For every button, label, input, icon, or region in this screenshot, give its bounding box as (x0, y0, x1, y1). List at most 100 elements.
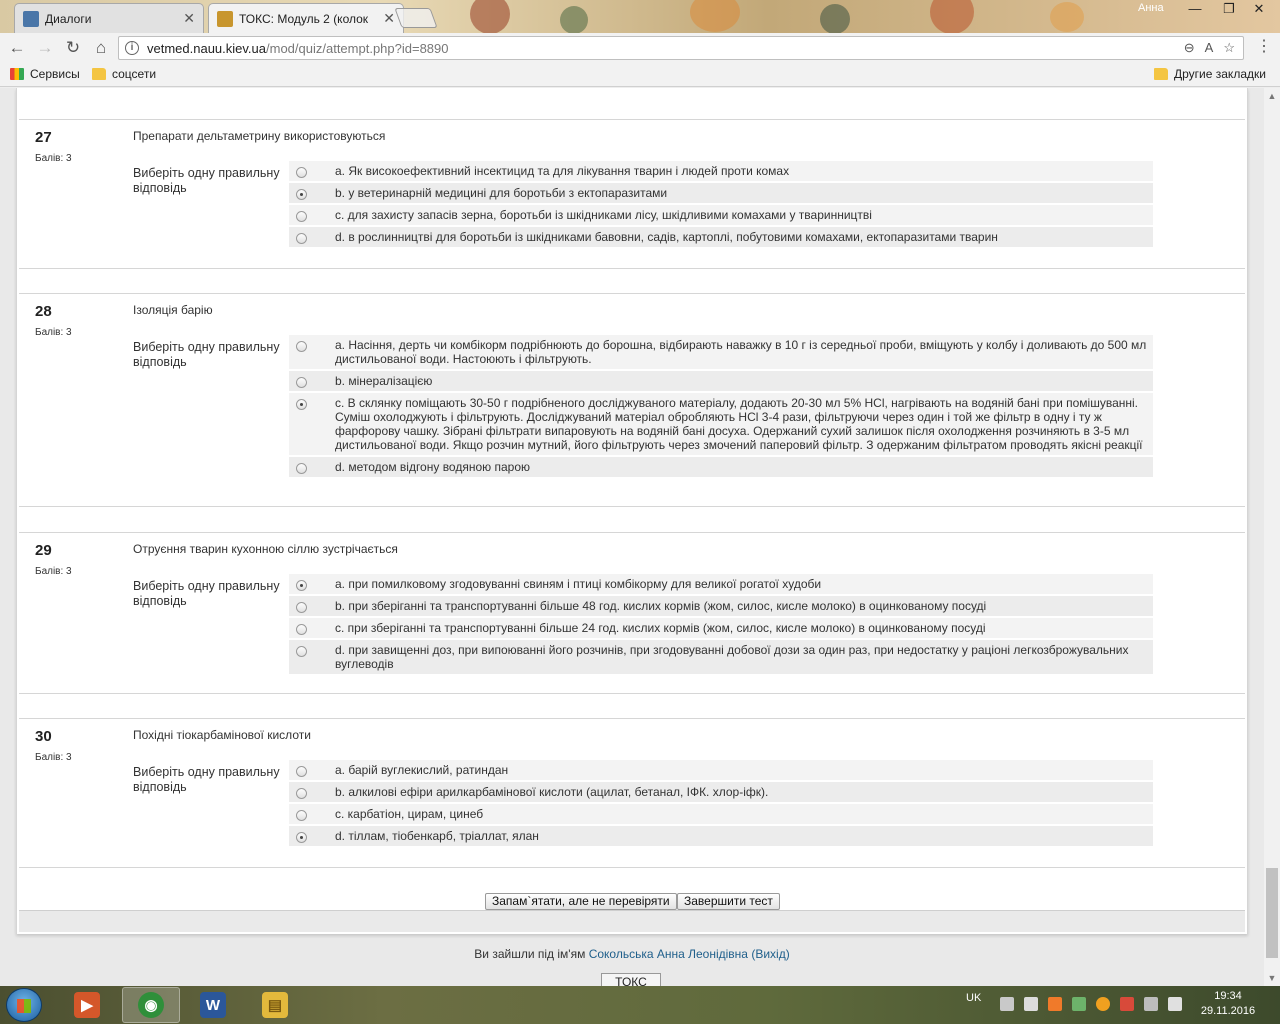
radio-button[interactable] (296, 167, 307, 178)
clock-time: 19:34 (1214, 990, 1242, 1002)
start-button[interactable] (6, 988, 42, 1022)
answer-option[interactable]: c. карбатіон, цирам, цинеб (289, 804, 1153, 826)
zoom-icon[interactable]: ⊖ (1184, 40, 1195, 56)
answer-option[interactable]: b. у ветеринарній медицині для боротьби … (289, 183, 1153, 205)
answer-option[interactable]: d. методом відгону водяною парою (289, 457, 1153, 479)
answer-option[interactable]: b. при зберіганні та транспортуванні біл… (289, 596, 1153, 618)
tray-app-icon[interactable] (1048, 997, 1062, 1011)
profile-name[interactable]: Анна (1138, 2, 1164, 14)
tab-dialogs[interactable]: Диалоги ✕ (14, 3, 204, 33)
answer-option[interactable]: c. при зберіганні та транспортуванні біл… (289, 618, 1153, 640)
translate-icon[interactable]: A (1205, 40, 1214, 56)
chrome-icon: ◉ (138, 992, 164, 1018)
decor-shape (820, 4, 850, 33)
page-footer-bar (19, 910, 1245, 932)
answer-option[interactable]: d. тіллам, тіобенкарб, тріаллат, ялан (289, 826, 1153, 848)
answer-option[interactable]: b. мінералізацією (289, 371, 1153, 393)
answer-list: a. при помилковому згодовуванні свиням і… (289, 574, 1153, 676)
tray-app-icon[interactable] (1096, 997, 1110, 1011)
answer-option[interactable]: a. барій вуглекислий, ратиндан (289, 760, 1153, 782)
radio-button[interactable] (296, 788, 307, 799)
decor-shape (470, 0, 510, 33)
question-prompt: Виберіть одну правильну відповідь (133, 166, 280, 195)
finish-attempt-button[interactable]: Завершити тест (677, 893, 780, 910)
user-profile-link[interactable]: Сокольська Анна Леонідівна (589, 947, 748, 961)
system-clock[interactable]: 19:34 29.11.2016 (1196, 989, 1260, 1019)
home-icon[interactable]: ⌂ (90, 38, 112, 58)
bookmark-folder-socials[interactable]: соцсети (92, 67, 156, 81)
question-number: 28 (35, 303, 52, 320)
decor-shape (560, 6, 588, 33)
answer-option[interactable]: a. Як високоефективний інсектицид та для… (289, 161, 1153, 183)
close-icon[interactable]: ✕ (183, 10, 195, 27)
radio-button[interactable] (296, 233, 307, 244)
answer-label: d. в рослинництві для боротьби із шкідни… (335, 230, 998, 244)
info-icon[interactable]: i (125, 41, 139, 55)
back-icon[interactable]: ← (6, 38, 28, 58)
language-indicator[interactable]: UK (966, 992, 981, 1004)
tray-app-icon[interactable] (1144, 997, 1158, 1011)
answer-list: a. Насіння, дерть чи комбікорм подрібнюю… (289, 335, 1153, 479)
bookmark-label: соцсети (112, 67, 157, 81)
question-grade: Балів: 3 (35, 566, 72, 577)
taskbar-app-explorer[interactable]: ▤ (246, 987, 304, 1023)
scrollbar-thumb[interactable] (1266, 868, 1278, 958)
menu-icon[interactable]: ⋮ (1256, 39, 1272, 55)
radio-button[interactable] (296, 399, 307, 410)
question-number: 29 (35, 542, 52, 559)
flag-icon[interactable] (1120, 997, 1134, 1011)
answer-label: b. у ветеринарній медицині для боротьби … (335, 186, 668, 200)
answer-option[interactable]: a. Насіння, дерть чи комбікорм подрібнюю… (289, 335, 1153, 371)
radio-button[interactable] (296, 832, 307, 843)
radio-button[interactable] (296, 463, 307, 474)
question-text: Похідні тіокарбамінової кислоти (133, 728, 311, 742)
answer-label: d. тіллам, тіобенкарб, тріаллат, ялан (335, 829, 539, 843)
question-prompt: Виберіть одну правильну відповідь (133, 765, 280, 794)
new-tab-button[interactable] (394, 8, 438, 28)
answer-option[interactable]: c. В склянку поміщають 30-50 г подрібнен… (289, 393, 1153, 457)
question-text: Препарати дельтаметрину використовуються (133, 129, 386, 143)
taskbar-app-media-player[interactable]: ▶ (58, 987, 116, 1023)
radio-button[interactable] (296, 189, 307, 200)
scroll-up-icon[interactable]: ▲ (1264, 88, 1280, 104)
bookmark-apps[interactable]: Сервисы (10, 67, 80, 81)
radio-button[interactable] (296, 624, 307, 635)
radio-button[interactable] (296, 341, 307, 352)
other-bookmarks[interactable]: Другие закладки (1154, 67, 1266, 81)
tab-quiz[interactable]: ТОКС: Модуль 2 (колок ✕ (208, 3, 404, 33)
radio-button[interactable] (296, 810, 307, 821)
radio-button[interactable] (296, 766, 307, 777)
taskbar-app-chrome[interactable]: ◉ (122, 987, 180, 1023)
radio-button[interactable] (296, 377, 307, 388)
answer-option[interactable]: c. для захисту запасів зерна, боротьби і… (289, 205, 1153, 227)
radio-button[interactable] (296, 602, 307, 613)
login-prefix: Ви зайшли під ім'ям (474, 947, 586, 961)
forward-icon[interactable]: → (34, 38, 56, 58)
star-icon[interactable]: ☆ (1223, 40, 1235, 56)
answer-label: b. при зберіганні та транспортуванні біл… (335, 599, 987, 613)
answer-option[interactable]: a. при помилковому згодовуванні свиням і… (289, 574, 1153, 596)
radio-button[interactable] (296, 646, 307, 657)
volume-icon[interactable] (1024, 997, 1038, 1011)
answer-option[interactable]: b. алкилові ефіри арилкарбамінової кисло… (289, 782, 1153, 804)
page-scrollbar[interactable]: ▲ ▼ (1264, 88, 1280, 986)
taskbar-app-word[interactable]: W (184, 987, 242, 1023)
radio-button[interactable] (296, 580, 307, 591)
browser-toolbar: ← → ↻ ⌂ i vetmed.nauu.kiev.ua /mod/quiz/… (0, 33, 1280, 63)
logout-link[interactable]: (Вихід) (751, 947, 789, 961)
action-center-icon[interactable] (1168, 997, 1182, 1011)
answer-option[interactable]: d. в рослинництві для боротьби із шкідни… (289, 227, 1153, 249)
question-grade: Балів: 3 (35, 327, 72, 338)
course-home-link[interactable]: ТОКС (601, 973, 661, 986)
scroll-down-icon[interactable]: ▼ (1264, 970, 1280, 986)
answer-option[interactable]: d. при завищенні доз, при випоюванні йог… (289, 640, 1153, 676)
network-icon[interactable] (1000, 997, 1014, 1011)
close-window-icon[interactable]: ✕ (1236, 0, 1280, 20)
address-bar[interactable]: i vetmed.nauu.kiev.ua /mod/quiz/attempt.… (118, 36, 1244, 60)
battery-icon[interactable] (1072, 997, 1086, 1011)
close-icon[interactable]: ✕ (383, 10, 395, 27)
radio-button[interactable] (296, 211, 307, 222)
answer-label: a. Насіння, дерть чи комбікорм подрібнюю… (335, 338, 1147, 366)
reload-icon[interactable]: ↻ (62, 38, 84, 58)
save-without-submit-button[interactable]: Запам`ятати, але не перевіряти (485, 893, 677, 910)
